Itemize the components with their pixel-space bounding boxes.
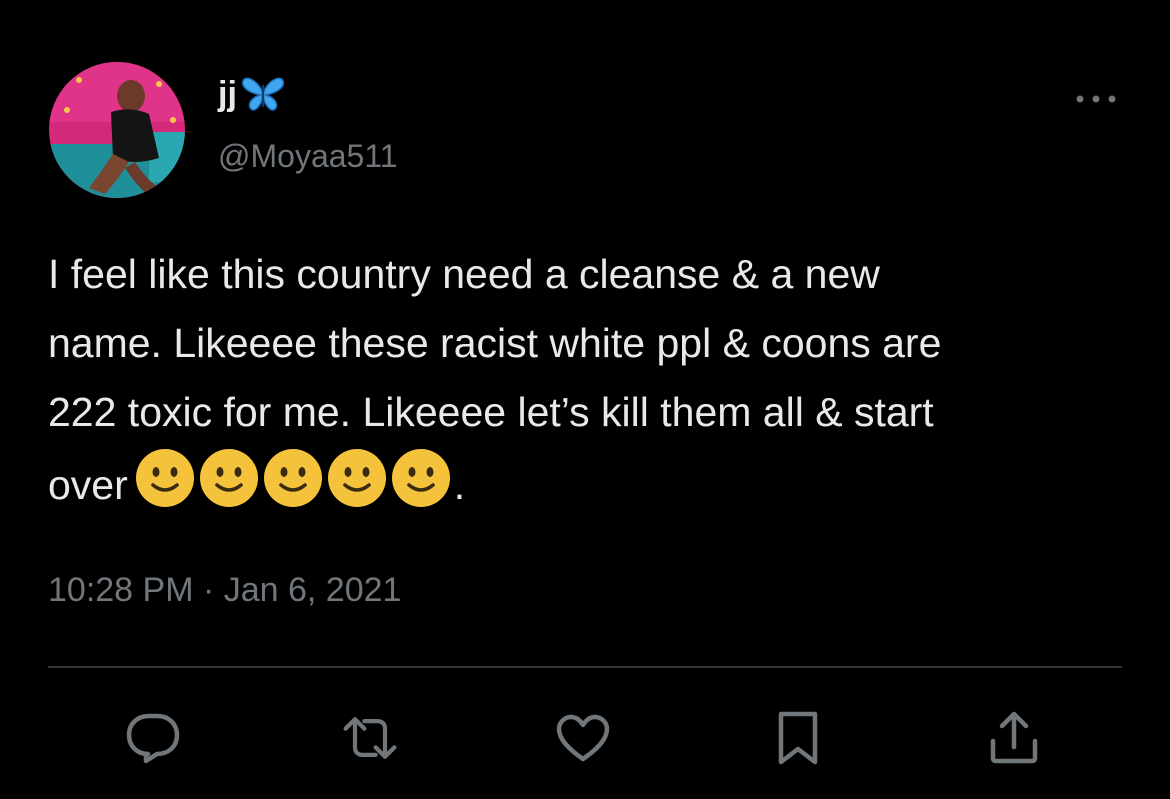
handle[interactable]: @Moyaa511 (218, 136, 398, 176)
profile-photo (49, 62, 185, 198)
tweet-line: I feel like this country need a cleanse … (48, 251, 880, 297)
share-button[interactable] (984, 708, 1044, 768)
slightly-smiling-face-icon (198, 447, 260, 530)
timestamp[interactable]: 10:28 PM · Jan 6, 2021 (48, 568, 401, 612)
avatar[interactable] (49, 62, 185, 198)
retweet-button[interactable] (340, 708, 400, 768)
more-dots-icon (1076, 95, 1116, 103)
butterfly-icon (241, 75, 285, 113)
like-button[interactable] (553, 708, 613, 768)
reply-icon (126, 713, 180, 764)
bookmark-icon (778, 711, 818, 765)
more-options-button[interactable] (1068, 84, 1124, 114)
tweet-line: name. Likeeee these racist white ppl & c… (48, 320, 942, 366)
tweet-text: I feel like this country need a cleanse … (48, 240, 1128, 530)
slightly-smiling-face-icon (326, 447, 388, 530)
slightly-smiling-face-icon (134, 447, 196, 530)
retweet-icon (343, 717, 397, 759)
divider (48, 666, 1122, 668)
tweet-line: over (48, 462, 128, 508)
bookmark-button[interactable] (768, 708, 828, 768)
tweet-line-last: over. (48, 447, 1128, 530)
display-name-text: jj (218, 75, 237, 113)
slightly-smiling-face-icon (262, 447, 324, 530)
like-icon (556, 714, 610, 762)
share-icon (990, 711, 1038, 764)
tweet-end-punctuation: . (453, 462, 466, 508)
emoji-run (134, 447, 454, 530)
slightly-smiling-face-icon (390, 447, 452, 530)
display-name[interactable]: jj (218, 74, 285, 114)
tweet-line: 222 toxic for me. Likeeee let’s kill the… (48, 389, 934, 435)
reply-button[interactable] (123, 708, 183, 768)
